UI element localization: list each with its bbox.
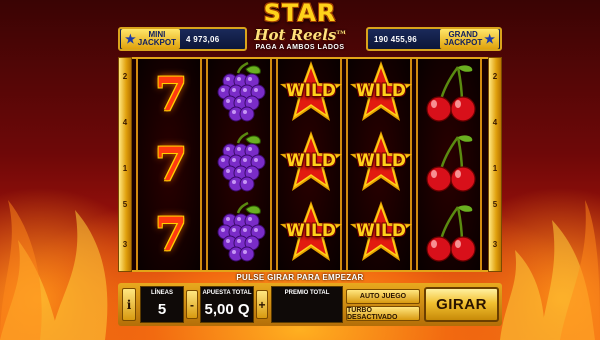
game-logo: STAR Hot ReelsTM PAGA A AMBOS LADOS xyxy=(230,0,370,58)
payline-number-right: 5 xyxy=(492,200,498,209)
reel-2 xyxy=(206,59,272,270)
bet-display: APUESTA TOTAL 5,00 Q xyxy=(200,286,254,323)
prize-display: PREMIO TOTAL xyxy=(271,286,343,323)
symbol-wild: WILD xyxy=(278,59,344,129)
payline-number-left: 3 xyxy=(122,240,128,249)
lines-display[interactable]: LÍNEAS 5 xyxy=(140,286,184,323)
wild-star: WILD xyxy=(348,129,414,199)
payline-number-right: 1 xyxy=(492,164,498,173)
prize-label: PREMIO TOTAL xyxy=(284,290,330,296)
symbol-grapes xyxy=(208,129,274,199)
seven-symbol-text: 7 xyxy=(154,67,187,121)
wild-symbol-text: WILD xyxy=(285,151,337,171)
bet-value: 5,00 Q xyxy=(204,301,250,318)
symbol-wild: WILD xyxy=(348,59,414,129)
wild-symbol-text: WILD xyxy=(285,221,337,241)
turbo-button[interactable]: TURBO DESACTIVADO xyxy=(346,306,420,321)
reel-3: WILD WILD WILD xyxy=(276,59,342,270)
payline-number-right: 3 xyxy=(492,240,498,249)
symbol-seven: 7 xyxy=(138,59,204,129)
grand-jackpot-value: 190 455,96 xyxy=(374,34,418,44)
status-message: PULSE GIRAR PARA EMPEZAR xyxy=(236,273,364,282)
grand-jackpot-panel: 190 455,96 GRAND JACKPOT ★ xyxy=(366,27,502,51)
lines-value: 5 xyxy=(157,301,167,318)
mini-jackpot-panel: ★ MINI JACKPOT 4 973,06 xyxy=(118,27,247,51)
reel-5 xyxy=(416,59,482,270)
symbol-cherries xyxy=(418,129,484,199)
grand-jackpot-label: GRAND JACKPOT xyxy=(444,31,482,47)
mini-jackpot-label-line2: JACKPOT xyxy=(137,38,176,47)
symbol-grapes xyxy=(208,199,274,269)
symbol-grapes xyxy=(208,59,274,129)
mini-jackpot-label: MINI JACKPOT xyxy=(138,31,176,47)
wild-symbol-text: WILD xyxy=(285,81,337,101)
payline-number-left: 4 xyxy=(122,118,128,127)
info-button[interactable]: i xyxy=(122,288,136,321)
wild-star: WILD xyxy=(348,199,414,269)
symbol-wild: WILD xyxy=(278,199,344,269)
wild-star: WILD xyxy=(348,59,414,129)
symbol-wild: WILD xyxy=(348,129,414,199)
payline-number-left: 1 xyxy=(122,164,128,173)
wild-symbol-text: WILD xyxy=(355,81,407,101)
logo-subtitle: PAGA A AMBOS LADOS xyxy=(255,44,345,51)
star-icon: ★ xyxy=(125,32,136,46)
mini-jackpot-badge: ★ MINI JACKPOT xyxy=(121,29,180,49)
wild-star: WILD xyxy=(278,59,344,129)
reel-4: WILD WILD WILD xyxy=(346,59,412,270)
symbol-cherries xyxy=(418,199,484,269)
symbol-wild: WILD xyxy=(348,199,414,269)
logo-hot-reels: Hot ReelsTM xyxy=(230,26,370,44)
payline-number-left: 2 xyxy=(122,72,128,81)
bet-label: APUESTA TOTAL xyxy=(202,290,252,296)
symbol-cherries xyxy=(418,59,484,129)
symbol-seven: 7 xyxy=(138,129,204,199)
logo-tm: TM xyxy=(336,30,346,36)
grand-jackpot-badge: GRAND JACKPOT ★ xyxy=(440,29,499,49)
wild-star: WILD xyxy=(278,129,344,199)
bet-decrease-button[interactable]: - xyxy=(186,290,198,319)
star-icon: ★ xyxy=(484,32,495,46)
payline-number-right: 2 xyxy=(492,72,498,81)
symbol-wild: WILD xyxy=(278,129,344,199)
reel-1: 7 7 7 xyxy=(136,59,202,270)
logo-title: STAR xyxy=(263,0,337,27)
wild-symbol-text: WILD xyxy=(355,221,407,241)
bet-increase-button[interactable]: + xyxy=(256,290,268,319)
autoplay-button[interactable]: AUTO JUEGO xyxy=(346,289,420,304)
grand-jackpot-label-line2: JACKPOT xyxy=(444,38,483,47)
spin-button[interactable]: GIRAR xyxy=(424,287,499,322)
mini-jackpot-value: 4 973,06 xyxy=(186,34,220,44)
lines-label: LÍNEAS xyxy=(150,290,173,296)
logo-hot-reels-text: Hot Reels xyxy=(254,26,337,44)
wild-symbol-text: WILD xyxy=(355,151,407,171)
payline-number-right: 4 xyxy=(492,118,498,127)
seven-symbol-text: 7 xyxy=(154,207,187,261)
symbol-seven: 7 xyxy=(138,199,204,269)
payline-number-left: 5 xyxy=(122,200,128,209)
seven-symbol-text: 7 xyxy=(154,137,187,191)
wild-star: WILD xyxy=(278,199,344,269)
